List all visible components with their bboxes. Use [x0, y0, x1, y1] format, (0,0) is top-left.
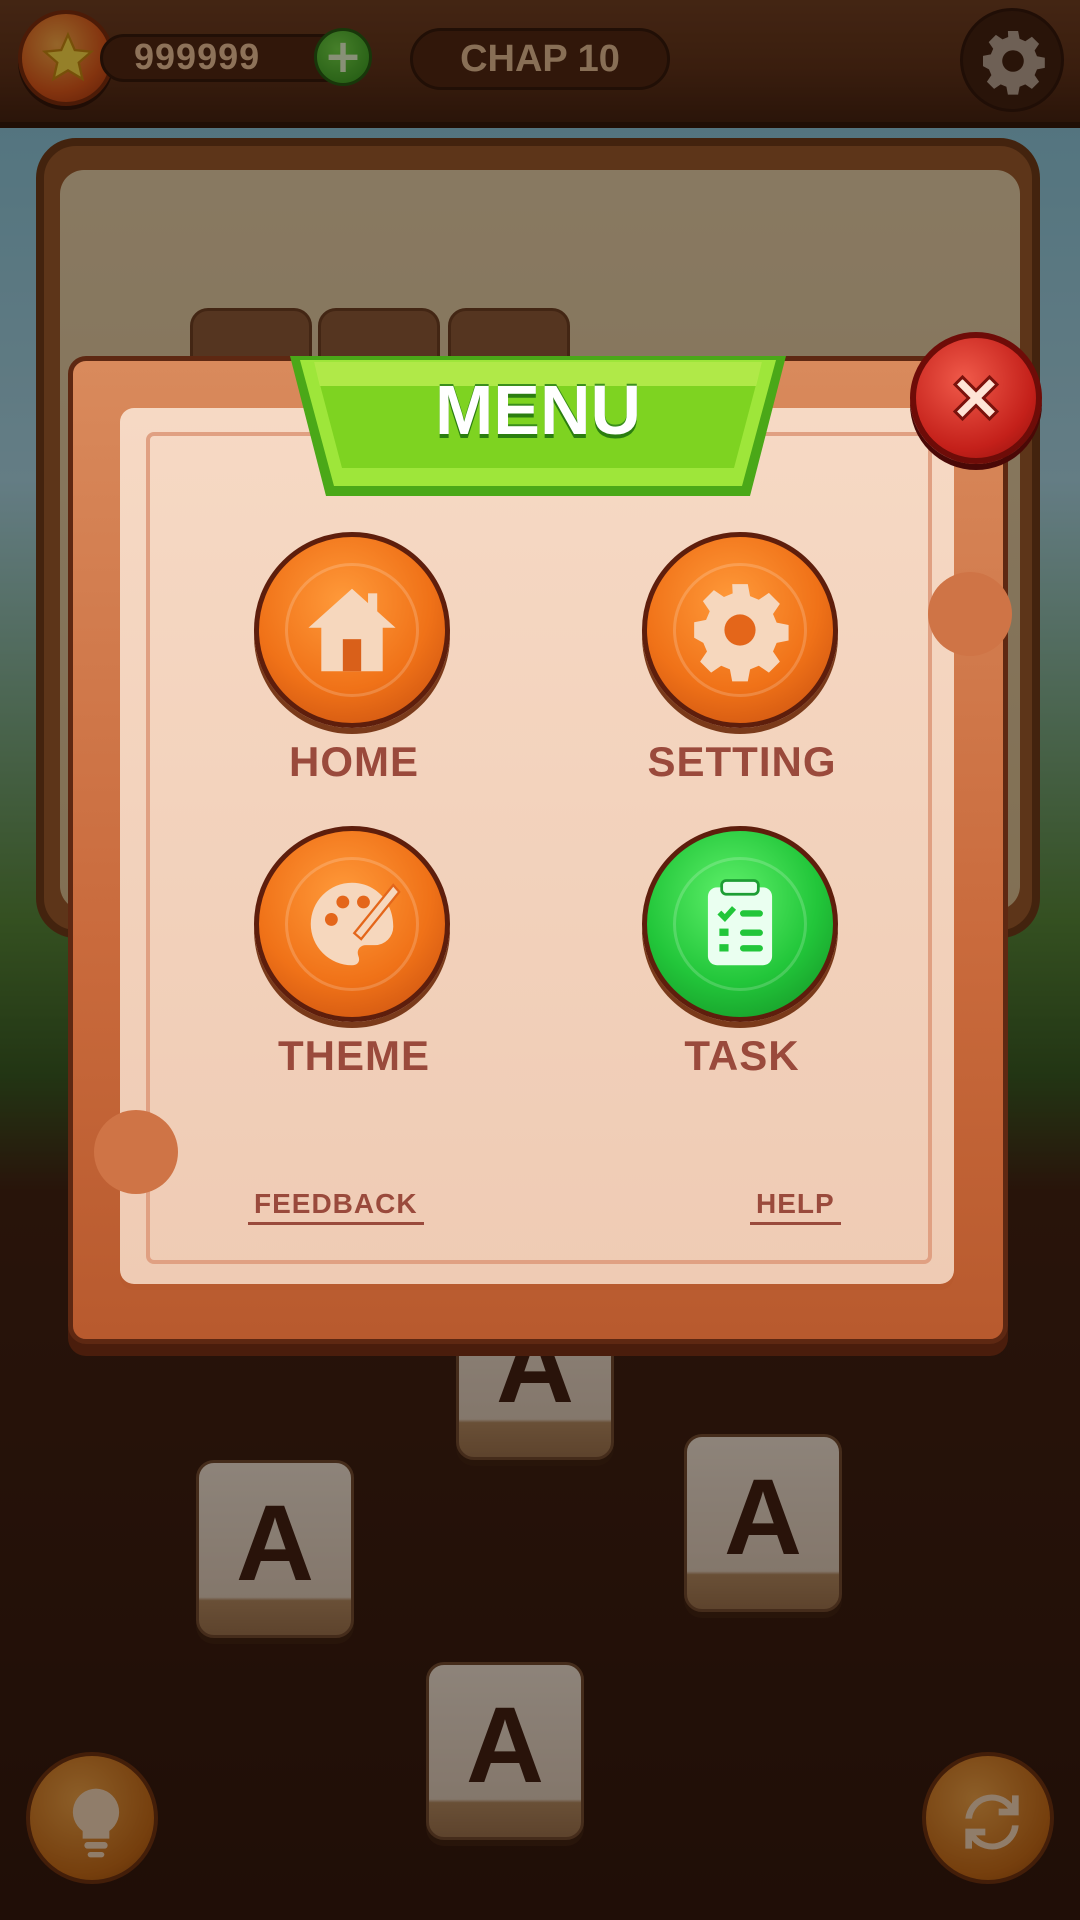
menu-item-task[interactable]: TASK [612, 826, 872, 1096]
home-icon [308, 588, 396, 672]
home-button[interactable] [254, 532, 450, 728]
gear-icon [694, 584, 789, 682]
task-button[interactable] [642, 826, 838, 1022]
menu-item-theme[interactable]: THEME [224, 826, 484, 1096]
menu-item-label: HOME [289, 738, 419, 785]
theme-button[interactable] [254, 826, 450, 1022]
menu-title: MENU [434, 371, 642, 449]
menu-item-label: SETTING [647, 738, 837, 785]
menu-item-setting[interactable]: SETTING [612, 532, 872, 802]
menu-item-home[interactable]: HOME [224, 532, 484, 802]
menu-item-label: TASK [684, 1032, 800, 1079]
palette-icon [310, 882, 401, 966]
task-list-icon [707, 879, 773, 966]
setting-button[interactable] [642, 532, 838, 728]
menu-item-label: THEME [278, 1032, 430, 1079]
close-button[interactable] [910, 332, 1042, 464]
panel-notch [928, 572, 1012, 656]
help-link[interactable]: HELP [750, 1188, 841, 1225]
panel-notch [94, 1110, 178, 1194]
close-icon [952, 374, 1000, 422]
feedback-link[interactable]: FEEDBACK [248, 1188, 424, 1225]
